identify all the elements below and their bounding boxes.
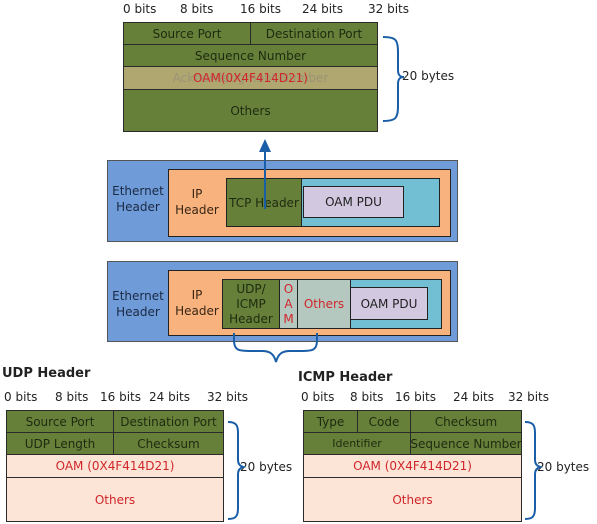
brace-icon — [227, 421, 247, 520]
arrow-up-icon — [259, 139, 271, 152]
brace-icon — [382, 36, 405, 122]
brace-icon — [524, 421, 544, 520]
connectors-overlay — [227, 36, 544, 520]
brace-icon — [233, 333, 318, 363]
